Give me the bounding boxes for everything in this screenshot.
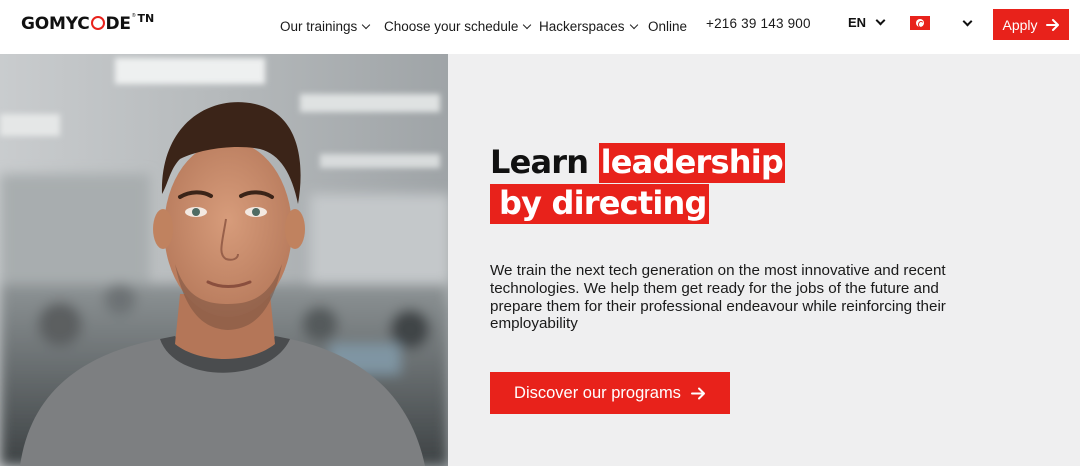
nav-hackerspaces[interactable]: Hackerspaces xyxy=(539,19,648,34)
hero-headline: Learn leadership by directing xyxy=(490,142,785,224)
gomycode-logo[interactable]: GOMYC DE ® TN xyxy=(21,13,154,35)
chevron-down-icon xyxy=(362,20,371,29)
nav-our-trainings-label: Our trainings xyxy=(280,18,358,34)
headline-highlight-1: leadership xyxy=(598,143,785,183)
arrow-right-icon xyxy=(690,387,705,399)
nav-choose-your-schedule[interactable]: Choose your schedule xyxy=(384,19,539,34)
flag-crescent-icon xyxy=(916,19,924,28)
discover-programs-label: Discover our programs xyxy=(514,383,681,402)
apply-button-label: Apply xyxy=(1002,16,1038,33)
logo-country-code: TN xyxy=(137,12,155,25)
headline-highlight-2: by directing xyxy=(490,184,709,224)
language-selector[interactable]: EN xyxy=(848,15,886,30)
student-portrait-image xyxy=(0,54,448,466)
tunisia-flag-icon[interactable] xyxy=(910,16,930,30)
chevron-down-icon xyxy=(875,15,886,26)
logo-registered-mark: ® xyxy=(131,13,136,19)
nav-online-label: Online xyxy=(648,18,688,34)
country-selector-chevron-down-icon[interactable] xyxy=(962,16,973,27)
nav-our-trainings[interactable]: Our trainings xyxy=(280,19,384,34)
language-label: EN xyxy=(848,15,867,30)
headline-plain-text: Learn xyxy=(490,143,589,181)
arrow-right-icon xyxy=(1045,18,1059,31)
nav-online[interactable]: Online xyxy=(648,19,687,34)
nav-choose-your-schedule-label: Choose your schedule xyxy=(384,18,519,34)
logo-wordmark: GOMYC DE xyxy=(21,14,131,34)
chevron-down-icon xyxy=(523,20,532,29)
hero-student-photo xyxy=(0,54,448,466)
apply-button[interactable]: Apply xyxy=(993,9,1069,40)
main-nav: Our trainings Choose your schedule Hacke… xyxy=(280,16,687,36)
phone-number-link[interactable]: +216 39 143 900 xyxy=(706,16,811,31)
nav-hackerspaces-label: Hackerspaces xyxy=(539,18,625,34)
discover-programs-button[interactable]: Discover our programs xyxy=(490,372,730,414)
hero-section: Learn leadership by directing We train t… xyxy=(448,54,1080,466)
site-header: GOMYC DE ® TN Our trainings Choose your s… xyxy=(0,0,1080,54)
chevron-down-icon xyxy=(629,20,638,29)
logo-o-ring-icon xyxy=(90,16,105,30)
hero-description: We train the next tech generation on the… xyxy=(490,262,946,333)
